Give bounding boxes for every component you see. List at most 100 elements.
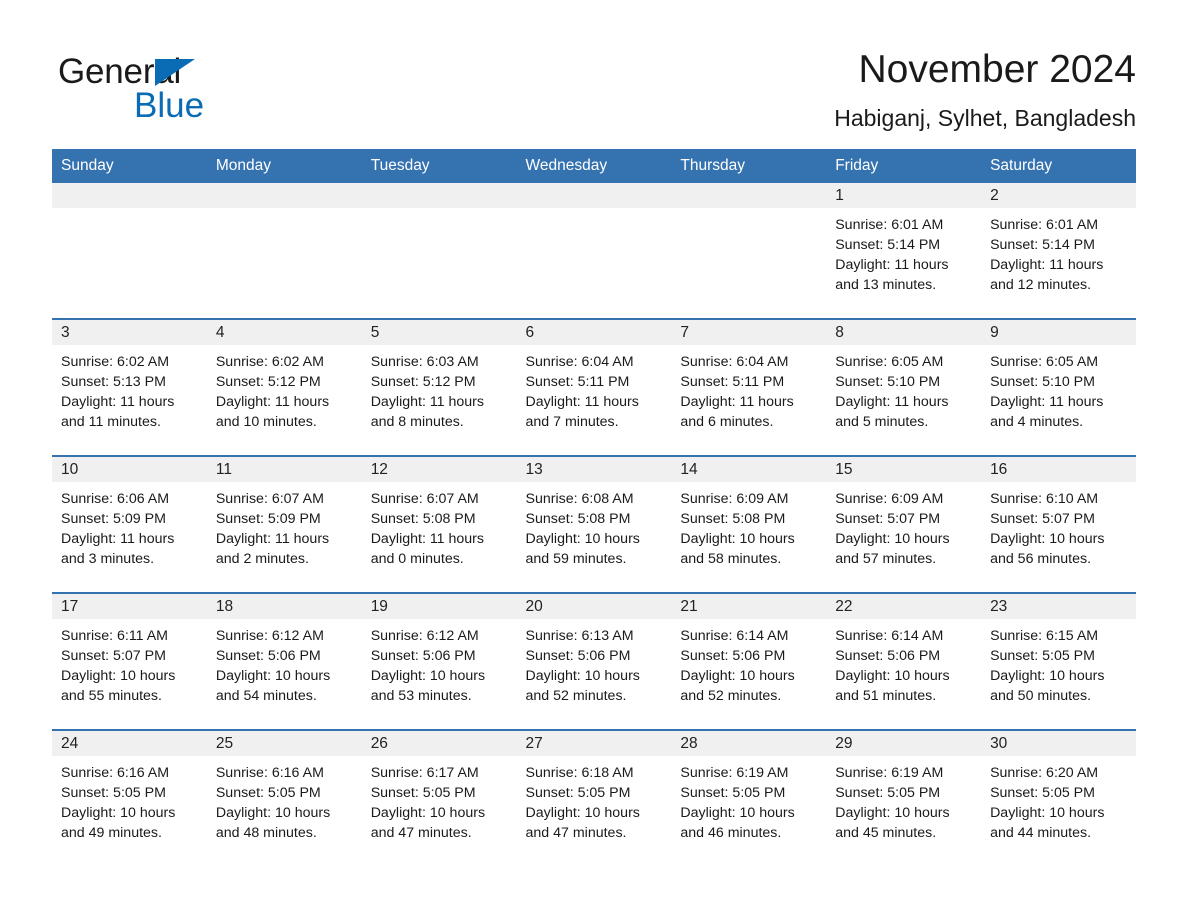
calendar-week-row: 3 Sunrise: 6:02 AM Sunset: 5:13 PM Daylight… bbox=[52, 317, 1136, 456]
sunset-text: Sunset: 5:07 PM bbox=[835, 510, 941, 527]
daylight-text: Daylight: 10 hours and 57 minutes. bbox=[835, 531, 950, 568]
day-cell-content: 9 Sunrise: 6:05 AM Sunset: 5:10 PM Daylight… bbox=[981, 319, 1136, 453]
calendar-day-cell[interactable]: 17 Sunrise: 6:11 AM Sunset: 5:07 PM Dayligh… bbox=[52, 591, 207, 730]
calendar-day-cell[interactable]: 21 Sunrise: 6:14 AM Sunset: 5:06 PM Dayligh… bbox=[671, 591, 827, 730]
calendar-day-cell[interactable]: 9 Sunrise: 6:05 AM Sunset: 5:10 PM Daylight… bbox=[981, 317, 1136, 456]
general-blue-logo[interactable]: General Blue bbox=[58, 46, 318, 126]
sunset-text: Sunset: 5:12 PM bbox=[370, 373, 476, 390]
sunrise-text: Sunrise: 6:01 AM bbox=[990, 216, 1099, 233]
sunrise-text: Sunrise: 6:20 AM bbox=[990, 764, 1099, 781]
sunset-text: Sunset: 5:08 PM bbox=[370, 510, 476, 527]
day-details: Sunrise: 6:09 AM Sunset: 5:07 PM Daylight:… bbox=[826, 482, 981, 570]
sunset-text: Sunset: 5:05 PM bbox=[61, 784, 166, 801]
day-details: Sunrise: 6:18 AM Sunset: 5:05 PM Daylight:… bbox=[517, 756, 672, 844]
daylight-text: Daylight: 11 hours and 3 minutes. bbox=[61, 531, 175, 568]
calendar-day-cell[interactable]: 5 Sunrise: 6:03 AM Sunset: 5:12 PM Daylight… bbox=[361, 317, 517, 456]
day-cell-content: 3 Sunrise: 6:02 AM Sunset: 5:13 PM Daylight… bbox=[52, 319, 207, 453]
sunset-text: Sunset: 5:05 PM bbox=[370, 784, 476, 801]
daylight-text: Daylight: 10 hours and 45 minutes. bbox=[835, 805, 950, 842]
daylight-text: Daylight: 10 hours and 49 minutes. bbox=[61, 805, 176, 842]
calendar-week-row: 24 Sunrise: 6:16 AM Sunset: 5:05 PM Dayligh… bbox=[52, 728, 1136, 866]
day-cell-content bbox=[52, 182, 207, 316]
sunset-text: Sunset: 5:10 PM bbox=[990, 373, 1095, 390]
sunset-text: Sunset: 5:05 PM bbox=[215, 784, 321, 801]
daylight-text: Daylight: 11 hours and 0 minutes. bbox=[370, 531, 484, 568]
sunrise-text: Sunrise: 6:12 AM bbox=[370, 627, 479, 644]
daylight-text: Daylight: 11 hours and 10 minutes. bbox=[215, 394, 330, 431]
day-details: Sunrise: 6:20 AM Sunset: 5:05 PM Daylight:… bbox=[981, 756, 1136, 844]
day-cell-content: 20 Sunrise: 6:13 AM Sunset: 5:06 PM Dayligh… bbox=[516, 593, 672, 727]
day-number: 17 bbox=[52, 593, 207, 619]
calendar-day-cell[interactable]: 26 Sunrise: 6:17 AM Sunset: 5:05 PM Dayligh… bbox=[361, 728, 517, 866]
day-cell-content: 28 Sunrise: 6:19 AM Sunset: 5:05 PM Dayligh… bbox=[671, 730, 827, 864]
day-number: 2 bbox=[981, 182, 1136, 208]
daylight-text: Daylight: 11 hours and 2 minutes. bbox=[215, 531, 330, 568]
calendar-day-cell[interactable]: 4 Sunrise: 6:02 AM Sunset: 5:12 PM Daylight… bbox=[206, 317, 362, 456]
calendar-day-cell[interactable]: 27 Sunrise: 6:18 AM Sunset: 5:05 PM Dayligh… bbox=[516, 728, 672, 866]
sunrise-text: Sunrise: 6:16 AM bbox=[215, 764, 324, 781]
calendar-day-cell[interactable]: 2 Sunrise: 6:01 AM Sunset: 5:14 PM Daylight… bbox=[981, 182, 1136, 319]
sunrise-text: Sunrise: 6:14 AM bbox=[680, 627, 789, 644]
sunrise-text: Sunrise: 6:07 AM bbox=[370, 490, 479, 507]
calendar-day-cell[interactable]: 6 Sunrise: 6:04 AM Sunset: 5:11 PM Daylight… bbox=[516, 317, 672, 456]
day-cell-content: 24 Sunrise: 6:16 AM Sunset: 5:05 PM Dayligh… bbox=[52, 730, 207, 864]
calendar-day-cell[interactable]: 22 Sunrise: 6:14 AM Sunset: 5:06 PM Dayligh… bbox=[826, 591, 982, 730]
daylight-text: Daylight: 10 hours and 52 minutes. bbox=[680, 668, 795, 705]
day-cell-content: 10 Sunrise: 6:06 AM Sunset: 5:09 PM Dayligh… bbox=[52, 456, 207, 590]
calendar-day-cell[interactable]: 23 Sunrise: 6:15 AM Sunset: 5:05 PM Dayligh… bbox=[981, 591, 1136, 730]
weekday-header-saturday: Saturday bbox=[981, 148, 1136, 183]
day-details: Sunrise: 6:01 AM Sunset: 5:14 PM Daylight:… bbox=[826, 208, 981, 296]
day-number: 4 bbox=[206, 319, 362, 345]
day-number: 3 bbox=[52, 319, 207, 345]
calendar-day-cell[interactable]: 30 Sunrise: 6:20 AM Sunset: 5:05 PM Dayligh… bbox=[981, 728, 1136, 866]
day-details: Sunrise: 6:12 AM Sunset: 5:06 PM Daylight:… bbox=[362, 619, 517, 707]
calendar-day-cell[interactable]: 28 Sunrise: 6:19 AM Sunset: 5:05 PM Dayligh… bbox=[671, 728, 827, 866]
calendar-day-cell[interactable]: 20 Sunrise: 6:13 AM Sunset: 5:06 PM Dayligh… bbox=[516, 591, 672, 730]
day-cell-content: 1 Sunrise: 6:01 AM Sunset: 5:14 PM Daylight… bbox=[826, 182, 982, 316]
calendar-cell-empty bbox=[206, 182, 362, 319]
day-cell-content: 17 Sunrise: 6:11 AM Sunset: 5:07 PM Dayligh… bbox=[52, 593, 207, 727]
day-cell-content bbox=[206, 182, 362, 316]
sunrise-text: Sunrise: 6:15 AM bbox=[990, 627, 1099, 644]
calendar-day-cell[interactable]: 16 Sunrise: 6:10 AM Sunset: 5:07 PM Dayligh… bbox=[981, 454, 1136, 593]
calendar-day-cell[interactable]: 7 Sunrise: 6:04 AM Sunset: 5:11 PM Daylight… bbox=[671, 317, 827, 456]
daylight-text: Daylight: 10 hours and 46 minutes. bbox=[680, 805, 795, 842]
calendar-day-cell[interactable]: 3 Sunrise: 6:02 AM Sunset: 5:13 PM Daylight… bbox=[52, 317, 207, 456]
sunrise-text: Sunrise: 6:06 AM bbox=[61, 490, 170, 507]
sunset-text: Sunset: 5:08 PM bbox=[680, 510, 786, 527]
calendar-day-cell[interactable]: 12 Sunrise: 6:07 AM Sunset: 5:08 PM Dayligh… bbox=[361, 454, 517, 593]
calendar-day-cell[interactable]: 13 Sunrise: 6:08 AM Sunset: 5:08 PM Dayligh… bbox=[516, 454, 672, 593]
day-cell-content: 18 Sunrise: 6:12 AM Sunset: 5:06 PM Dayligh… bbox=[206, 593, 362, 727]
sunset-text: Sunset: 5:09 PM bbox=[215, 510, 321, 527]
sunset-text: Sunset: 5:06 PM bbox=[835, 647, 941, 664]
calendar-day-cell[interactable]: 29 Sunrise: 6:19 AM Sunset: 5:05 PM Dayligh… bbox=[826, 728, 982, 866]
day-details: Sunrise: 6:07 AM Sunset: 5:09 PM Daylight:… bbox=[207, 482, 362, 570]
calendar-day-cell[interactable]: 19 Sunrise: 6:12 AM Sunset: 5:06 PM Dayligh… bbox=[361, 591, 517, 730]
daylight-text: Daylight: 11 hours and 11 minutes. bbox=[61, 394, 175, 431]
day-number: 27 bbox=[516, 730, 672, 756]
calendar-day-cell[interactable]: 1 Sunrise: 6:01 AM Sunset: 5:14 PM Daylight… bbox=[826, 182, 982, 319]
day-cell-content: 6 Sunrise: 6:04 AM Sunset: 5:11 PM Daylight… bbox=[516, 319, 672, 453]
sunrise-text: Sunrise: 6:09 AM bbox=[835, 490, 944, 507]
day-number bbox=[361, 182, 517, 208]
calendar-day-cell[interactable]: 11 Sunrise: 6:07 AM Sunset: 5:09 PM Dayligh… bbox=[206, 454, 362, 593]
calendar-day-cell[interactable]: 8 Sunrise: 6:05 AM Sunset: 5:10 PM Daylight… bbox=[826, 317, 982, 456]
calendar-day-cell[interactable]: 10 Sunrise: 6:06 AM Sunset: 5:09 PM Dayligh… bbox=[52, 454, 207, 593]
sunrise-text: Sunrise: 6:11 AM bbox=[61, 627, 168, 644]
calendar-day-cell[interactable]: 14 Sunrise: 6:09 AM Sunset: 5:08 PM Dayligh… bbox=[671, 454, 827, 593]
calendar-day-cell[interactable]: 24 Sunrise: 6:16 AM Sunset: 5:05 PM Dayligh… bbox=[52, 728, 207, 866]
day-details: Sunrise: 6:19 AM Sunset: 5:05 PM Daylight:… bbox=[671, 756, 826, 844]
calendar-week-row: 17 Sunrise: 6:11 AM Sunset: 5:07 PM Dayligh… bbox=[52, 591, 1136, 730]
day-number bbox=[206, 182, 362, 208]
page-title: November 2024 bbox=[858, 48, 1137, 91]
day-details: Sunrise: 6:03 AM Sunset: 5:12 PM Daylight:… bbox=[362, 345, 517, 433]
calendar-day-cell[interactable]: 15 Sunrise: 6:09 AM Sunset: 5:07 PM Dayligh… bbox=[826, 454, 982, 593]
weekday-header-monday: Monday bbox=[206, 148, 362, 183]
calendar-day-cell[interactable]: 25 Sunrise: 6:16 AM Sunset: 5:05 PM Dayligh… bbox=[206, 728, 362, 866]
sunset-text: Sunset: 5:12 PM bbox=[215, 373, 321, 390]
day-cell-content: 5 Sunrise: 6:03 AM Sunset: 5:12 PM Daylight… bbox=[361, 319, 517, 453]
calendar-day-cell[interactable]: 18 Sunrise: 6:12 AM Sunset: 5:06 PM Dayligh… bbox=[206, 591, 362, 730]
day-number: 18 bbox=[206, 593, 362, 619]
day-number: 15 bbox=[826, 456, 982, 482]
day-number: 29 bbox=[826, 730, 982, 756]
